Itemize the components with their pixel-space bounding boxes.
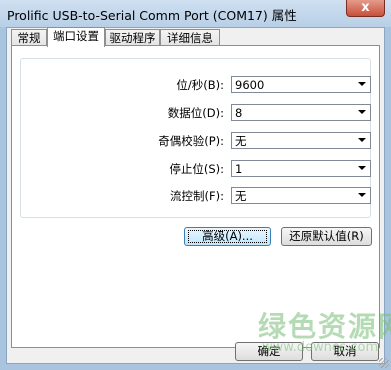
- stop-bits-label: 停止位(S):: [169, 162, 224, 176]
- tab-label: 详细信息: [167, 31, 213, 45]
- dropdown-arrow-icon: [358, 82, 366, 86]
- data-bits-label: 数据位(D):: [167, 106, 224, 120]
- tab-general[interactable]: 常规: [11, 29, 47, 46]
- tab-port-settings[interactable]: 端口设置: [47, 27, 105, 47]
- dropdown-arrow-icon: [358, 193, 366, 197]
- close-icon: x: [361, 0, 370, 15]
- stop-bits-select[interactable]: 1: [231, 160, 371, 177]
- watermark-url: www.downcc.com: [262, 340, 379, 355]
- advanced-button[interactable]: 高级(A)...: [184, 227, 271, 246]
- parity-select[interactable]: 无: [231, 132, 371, 149]
- focus-indicator: [188, 230, 267, 243]
- restore-defaults-button[interactable]: 还原默认值(R): [281, 227, 372, 246]
- tab-details[interactable]: 详细信息: [160, 29, 220, 46]
- properties-window: Prolific USB-to-Serial Comm Port (COM17)…: [0, 0, 391, 370]
- bits-per-second-label: 位/秒(B):: [176, 78, 224, 92]
- data-bits-select[interactable]: 8: [231, 104, 371, 121]
- bits-per-second-value: 9600: [235, 78, 265, 92]
- flow-control-label: 流控制(F):: [170, 189, 224, 203]
- watermark-text: 绿色资源网: [258, 310, 391, 343]
- flow-control-value: 无: [235, 189, 247, 203]
- dropdown-arrow-icon: [358, 166, 366, 170]
- tab-label: 常规: [17, 31, 41, 45]
- parity-label: 奇偶校验(P):: [158, 134, 224, 148]
- bits-per-second-select[interactable]: 9600: [231, 76, 371, 93]
- parity-value: 无: [235, 134, 247, 148]
- restore-defaults-label: 还原默认值(R): [289, 229, 364, 243]
- tab-label: 端口设置: [53, 29, 99, 43]
- dropdown-arrow-icon: [358, 138, 366, 142]
- flow-control-select[interactable]: 无: [231, 187, 371, 204]
- settings-group: 位/秒(B): 9600 数据位(D): 8 奇偶校验(P): 无 停止位(S)…: [20, 58, 371, 218]
- tab-driver[interactable]: 驱动程序: [105, 29, 160, 46]
- close-button[interactable]: x: [346, 0, 385, 17]
- resize-grip-icon[interactable]: [379, 358, 389, 368]
- tab-label: 驱动程序: [109, 31, 156, 45]
- stop-bits-value: 1: [235, 162, 243, 176]
- dropdown-arrow-icon: [358, 110, 366, 114]
- window-title: Prolific USB-to-Serial Comm Port (COM17)…: [7, 8, 297, 23]
- title-bar[interactable]: Prolific USB-to-Serial Comm Port (COM17)…: [0, 0, 391, 27]
- data-bits-value: 8: [235, 106, 243, 120]
- port-settings-panel: 位/秒(B): 9600 数据位(D): 8 奇偶校验(P): 无 停止位(S)…: [11, 45, 380, 348]
